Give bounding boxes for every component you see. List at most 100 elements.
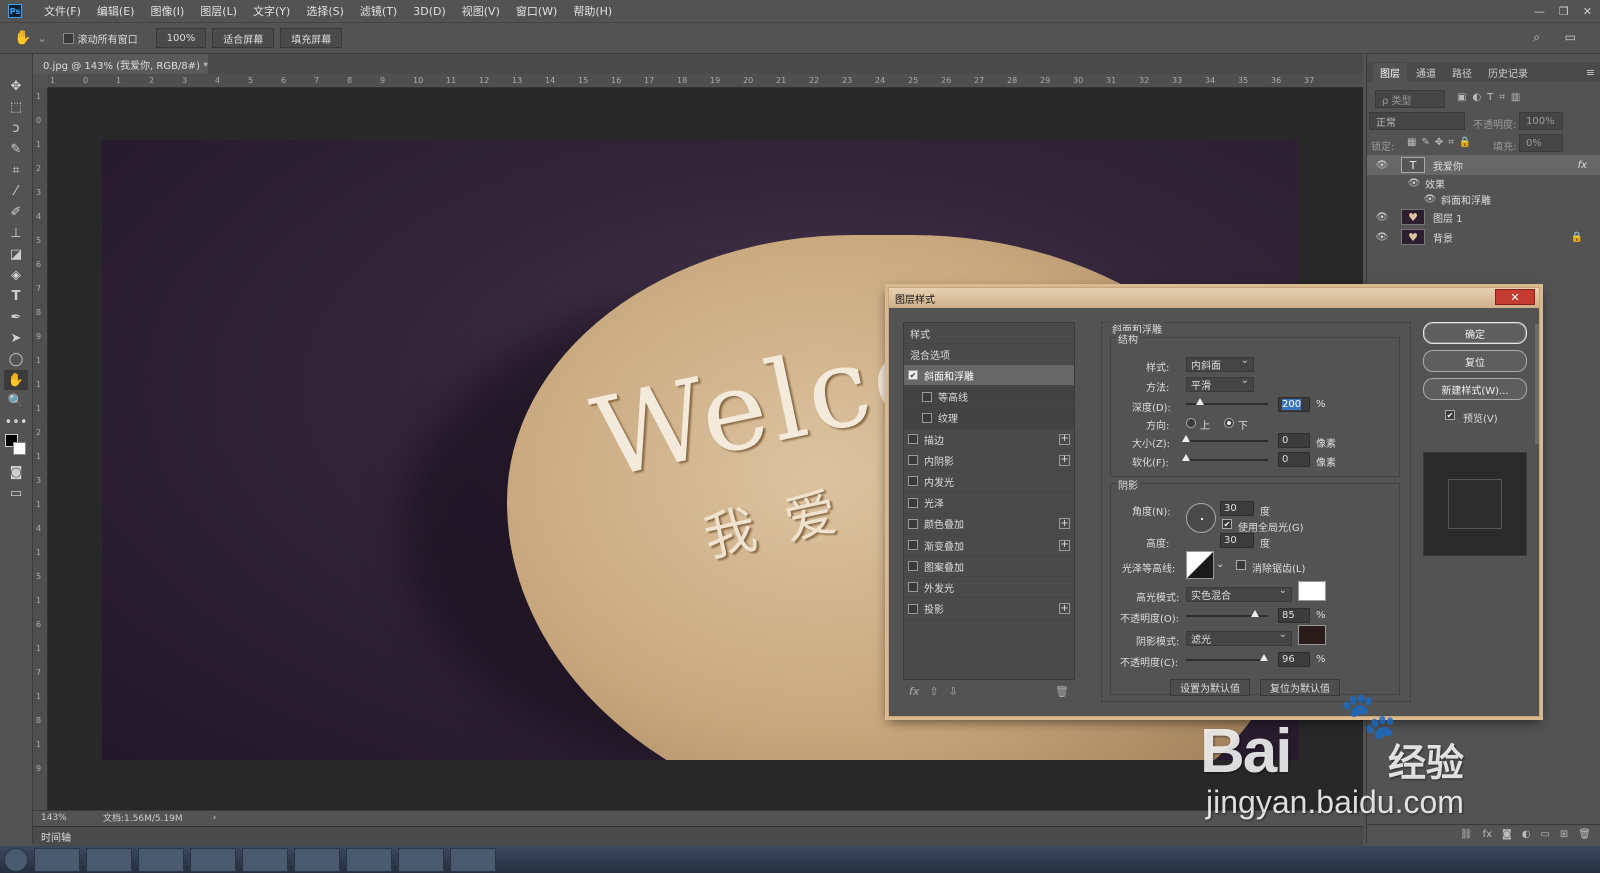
dialog-close-button[interactable]: ✕ (1495, 289, 1535, 305)
type-tool-icon[interactable]: T (4, 286, 28, 306)
menu-select[interactable]: 选择(S) (298, 3, 352, 19)
workspace-icon[interactable]: ▭ (1565, 30, 1576, 44)
tab-layers[interactable]: 图层 (1373, 62, 1407, 82)
taskbar-item[interactable] (242, 847, 288, 872)
shadow-opacity-input[interactable]: 96 (1278, 652, 1310, 667)
highlight-color-swatch[interactable] (1298, 581, 1326, 601)
search-icon[interactable]: ⌕ (1533, 30, 1540, 45)
layer-filter-select[interactable]: ρ 类型 (1375, 90, 1445, 108)
style-item[interactable]: 混合选项 (904, 344, 1074, 366)
slider-knob[interactable] (1251, 610, 1259, 617)
style-item[interactable]: 等高线 (904, 386, 1074, 408)
style-item[interactable]: 内发光 (904, 471, 1074, 493)
menu-3d[interactable]: 3D(D) (405, 5, 454, 18)
layer-row-text[interactable]: 👁 T 我爱你 fx (1367, 155, 1600, 175)
scroll-all-windows-checkbox[interactable]: 滚动所有窗口 (62, 31, 138, 46)
slider-knob[interactable] (1182, 435, 1190, 442)
antialias-checkbox[interactable] (1236, 560, 1246, 570)
style-checkbox[interactable] (908, 540, 918, 550)
style-checkbox[interactable] (922, 391, 932, 402)
link-icon[interactable]: ⛓ (1460, 829, 1473, 840)
path-select-tool-icon[interactable]: ➤ (4, 328, 28, 348)
tool-preset-chevron-icon[interactable]: ⌄ (37, 32, 46, 45)
add-effect-icon[interactable]: + (1059, 539, 1070, 551)
angle-input[interactable]: 30 (1220, 501, 1254, 516)
style-item[interactable]: 图案叠加 (904, 556, 1074, 578)
taskbar-item[interactable] (294, 847, 340, 872)
quick-select-tool-icon[interactable]: ✎ (4, 139, 28, 159)
style-checkbox[interactable] (908, 518, 918, 529)
layer-effects-row[interactable]: 👁 效果 (1367, 175, 1600, 191)
tab-paths[interactable]: 路径 (1445, 63, 1479, 82)
taskbar-item[interactable] (190, 847, 236, 872)
gloss-contour-chevron-icon[interactable]: ⌄ (1216, 559, 1224, 570)
highlight-mode-select[interactable]: 实色混合 (1186, 585, 1292, 602)
add-effect-icon[interactable]: + (1059, 518, 1070, 530)
shadow-opacity-slider[interactable] (1186, 654, 1268, 661)
style-checkbox[interactable] (908, 497, 918, 508)
document-tab[interactable]: 0.jpg @ 143% (我爱你, RGB/8#) * × (33, 54, 208, 74)
fx-menu-icon[interactable]: fx (1483, 829, 1492, 840)
eyedropper-tool-icon[interactable]: ⁄ (4, 181, 28, 201)
menu-edit[interactable]: 编辑(E) (89, 3, 143, 19)
style-checkbox[interactable] (908, 434, 918, 444)
fit-screen-button[interactable]: 适合屏幕 (212, 28, 275, 48)
pen-tool-icon[interactable]: ✒ (4, 307, 28, 327)
gradient-tool-icon[interactable]: ◈ (4, 265, 28, 285)
start-button[interactable] (4, 847, 28, 872)
panel-menu-icon[interactable]: ≡ (1586, 66, 1595, 79)
lasso-tool-icon[interactable]: ↄ (4, 118, 28, 138)
soften-slider[interactable] (1182, 454, 1268, 461)
layer-row-layer1[interactable]: 👁 ♥ 图层 1 (1367, 207, 1600, 227)
depth-input[interactable]: 200 (1278, 397, 1310, 412)
slider-knob[interactable] (1260, 654, 1268, 661)
soften-input[interactable]: 0 (1278, 452, 1310, 467)
tab-channels[interactable]: 通道 (1409, 63, 1443, 82)
opacity-input[interactable]: 100% (1519, 112, 1563, 130)
adjustment-icon[interactable]: ◐ (1522, 829, 1531, 840)
status-arrow-icon[interactable]: › (213, 813, 217, 823)
zoom-100-button[interactable]: 100% (155, 28, 207, 48)
timeline-panel-tab[interactable]: 时间轴 (33, 826, 1363, 846)
menu-layer[interactable]: 图层(L) (192, 3, 245, 19)
size-input[interactable]: 0 (1278, 433, 1310, 448)
screen-mode-icon[interactable]: ▭ (4, 483, 28, 503)
eye-icon[interactable]: 👁 (1375, 160, 1389, 171)
style-checkbox[interactable] (908, 455, 918, 466)
layer-effect-bevel-row[interactable]: 👁 斜面和浮雕 (1367, 191, 1600, 207)
new-layer-icon[interactable]: ⊞ (1560, 829, 1568, 840)
close-window-icon[interactable]: ✕ (1583, 5, 1592, 18)
fx-icon[interactable]: fx (1578, 160, 1587, 171)
angle-dial[interactable] (1186, 503, 1216, 533)
zoom-level[interactable]: 143% (33, 813, 103, 823)
background-color-swatch[interactable] (13, 442, 26, 455)
move-tool-icon[interactable]: ✥ (4, 76, 28, 96)
style-checkbox[interactable] (908, 603, 918, 614)
style-item[interactable]: ✔ 斜面和浮雕 (904, 365, 1074, 387)
style-checkbox[interactable] (922, 412, 932, 423)
delete-layer-icon[interactable]: 🗑 (1578, 829, 1591, 840)
make-default-button[interactable]: 设置为默认值 (1170, 679, 1250, 696)
quick-mask-icon[interactable]: ◙ (4, 462, 28, 482)
hand-tool-icon[interactable]: ✋ (14, 30, 31, 46)
size-slider[interactable] (1182, 435, 1268, 442)
highlight-opacity-input[interactable]: 85 (1278, 608, 1310, 623)
minimize-icon[interactable]: — (1534, 5, 1545, 18)
direction-up-radio[interactable] (1186, 418, 1196, 428)
tab-history[interactable]: 历史记录 (1481, 63, 1535, 82)
restore-icon[interactable]: ❐ (1559, 5, 1569, 18)
move-down-icon[interactable]: ⇩ (949, 685, 958, 698)
highlight-opacity-slider[interactable] (1186, 610, 1268, 617)
hand-tool-active-icon[interactable]: ✋ (4, 370, 28, 390)
style-item[interactable]: 外发光 (904, 577, 1074, 599)
lock-icons[interactable]: ▦✎✥⌗🔒 (1407, 137, 1476, 148)
style-item[interactable]: 颜色叠加 + (904, 514, 1074, 535)
fill-input[interactable]: 0% (1519, 134, 1563, 152)
menu-type[interactable]: 文字(Y) (245, 3, 298, 19)
taskbar-item[interactable] (450, 847, 496, 872)
style-item[interactable]: 光泽 (904, 493, 1074, 514)
eye-icon[interactable]: 👁 (1423, 194, 1437, 205)
menu-image[interactable]: 图像(I) (142, 3, 192, 19)
fill-screen-button[interactable]: 填充屏幕 (280, 28, 343, 48)
depth-slider[interactable] (1186, 398, 1268, 405)
